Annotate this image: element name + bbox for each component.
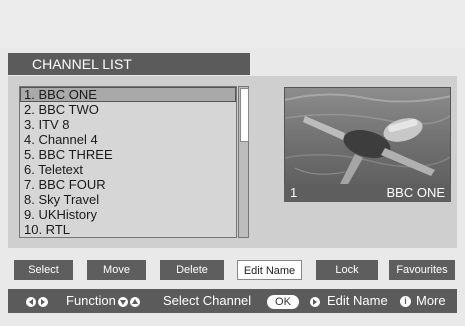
- preview-channel-name: BBC ONE: [386, 185, 445, 200]
- channel-item[interactable]: 7. BBC FOUR: [20, 177, 236, 192]
- page-title: CHANNEL LIST: [8, 53, 250, 75]
- select-channel-hint: Select Channel: [163, 293, 252, 308]
- select-button[interactable]: Select: [14, 260, 73, 280]
- delete-button[interactable]: Delete: [160, 260, 224, 280]
- edit-name-hint: Edit Name: [327, 293, 388, 308]
- channel-item[interactable]: 9. UKHistory: [20, 207, 236, 222]
- preview-channel-number: 1: [290, 185, 298, 200]
- channel-item[interactable]: 10. RTL: [20, 222, 236, 237]
- right-arrow-icon: [310, 289, 320, 313]
- more-hint: More: [416, 293, 446, 308]
- scrollbar[interactable]: [238, 86, 249, 238]
- favourites-button[interactable]: Favourites: [389, 260, 455, 280]
- left-right-arrows-icon: [26, 289, 48, 313]
- channel-item[interactable]: 3. ITV 8: [20, 117, 236, 132]
- scroll-thumb[interactable]: [240, 88, 249, 142]
- info-glyph: i: [400, 296, 411, 308]
- help-footer: Function Select Channel OK Edit Name i M…: [8, 289, 457, 313]
- channel-item[interactable]: 6. Teletext: [20, 162, 236, 177]
- move-button[interactable]: Move: [87, 260, 146, 280]
- info-icon: i: [400, 289, 411, 313]
- ok-icon: OK: [267, 289, 299, 313]
- preview-caption: 1 BBC ONE: [284, 184, 451, 202]
- edit-name-button[interactable]: Edit Name: [237, 260, 302, 280]
- ok-label: OK: [267, 294, 299, 309]
- lock-button[interactable]: Lock: [316, 260, 378, 280]
- channel-item[interactable]: 8. Sky Travel: [20, 192, 236, 207]
- channel-list[interactable]: 1. BBC ONE 2. BBC TWO 3. ITV 8 4. Channe…: [19, 86, 237, 238]
- channel-item[interactable]: 2. BBC TWO: [20, 102, 236, 117]
- channel-item[interactable]: 5. BBC THREE: [20, 147, 236, 162]
- channel-item[interactable]: 1. BBC ONE: [20, 87, 236, 102]
- up-down-arrows-icon: [118, 289, 140, 313]
- top-band: [0, 0, 465, 48]
- channel-item[interactable]: 4. Channel 4: [20, 132, 236, 147]
- function-hint: Function: [66, 293, 116, 308]
